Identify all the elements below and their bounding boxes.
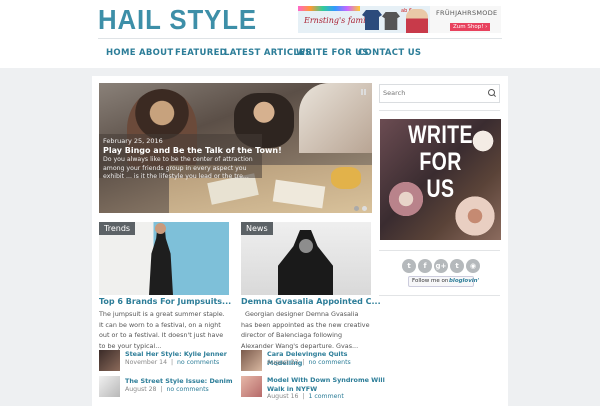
twitter-icon[interactable]: t (402, 259, 416, 273)
comments-link[interactable]: no comments (166, 386, 208, 393)
main-nav: HOME ABOUT FEATURED LATEST ARTICLES WRIT… (98, 38, 502, 67)
category-tag[interactable]: Trends (99, 222, 136, 235)
mini-post-title[interactable]: Steal Her Style: Kylie Jenner (125, 350, 235, 359)
slide-title[interactable]: Play Bingo and Be the Talk of the Town! (103, 146, 282, 155)
mini-post-date: August 23 (267, 359, 299, 366)
ad-shirt-image (362, 10, 382, 30)
nav-featured[interactable]: FEATURED (175, 48, 227, 58)
post-excerpt: The jumpsuit is a great summer staple. I… (99, 310, 225, 350)
site-logo[interactable]: HAIL STYLE (98, 4, 257, 36)
mini-post-title[interactable]: The Street Style Issue: Denim (125, 377, 235, 386)
post-thumbnail-figure (149, 226, 173, 295)
write-for-us-line: FOR (419, 148, 462, 176)
nav-contact-us[interactable]: CONTACT US (358, 48, 421, 58)
write-for-us-line: WRITE (408, 121, 473, 149)
search-input[interactable] (383, 87, 483, 99)
ad-brand: Ernsting's family (304, 16, 373, 25)
mini-post-date: August 28 (125, 386, 157, 393)
bloglovin-follow-button[interactable]: Follow me on bloglovin' (408, 276, 479, 287)
featured-slider[interactable]: February 25, 2016 Play Bingo and Be the … (99, 83, 372, 213)
write-for-us-banner[interactable]: WRITE FOR US (380, 119, 501, 240)
slider-dot-icon[interactable] (354, 206, 359, 211)
follow-text: Follow me on (412, 278, 449, 284)
sidebar-divider (379, 110, 500, 111)
ad-shirt-image (382, 12, 400, 30)
post-excerpt: Georgian designer Demna Gvasalia has bee… (241, 310, 370, 350)
ad-stripes (298, 6, 360, 11)
google-plus-icon[interactable]: g+ (434, 259, 448, 273)
comments-link[interactable]: no comments (308, 359, 350, 366)
slide-excerpt: Do you always like to be the center of a… (103, 156, 253, 180)
mini-post-meta: August 28 | no comments (125, 386, 209, 393)
search-box (379, 84, 500, 103)
slide-image (331, 167, 361, 189)
comments-link[interactable]: 1 comment (308, 393, 343, 400)
mini-post-title[interactable]: Model With Down Syndrome Will Walk in NY… (267, 376, 387, 394)
mini-post-thumbnail[interactable] (241, 376, 262, 397)
write-for-us-line: US (426, 175, 455, 203)
mini-post-thumbnail[interactable] (99, 376, 120, 397)
tumblr-icon[interactable]: t (450, 259, 464, 273)
site-header: HAIL STYLE Ernsting's family ab 6,- FRÜH… (0, 0, 600, 68)
facebook-icon[interactable]: f (418, 259, 432, 273)
mini-post-date: November 14 (125, 359, 168, 366)
mini-post-meta: November 14 | no comments (125, 359, 220, 366)
post-title[interactable]: Demna Gvasalia Appointed C... (241, 297, 381, 306)
slider-dot-icon[interactable] (362, 206, 367, 211)
mini-post-meta: August 16 | 1 comment (267, 393, 344, 400)
sidebar-divider (379, 250, 500, 251)
ad-banner[interactable]: Ernsting's family ab 6,- FRÜHJAHRSMODE Z… (298, 6, 501, 33)
nav-about[interactable]: ABOUT (139, 48, 173, 58)
nav-home[interactable]: HOME (106, 48, 136, 58)
bloglovin-logo: bloglovin' (449, 278, 480, 284)
ad-headline: FRÜHJAHRSMODE (436, 9, 498, 17)
post-title[interactable]: Top 6 Brands For Jumpsuits... (99, 297, 231, 306)
category-tag[interactable]: News (241, 222, 273, 235)
mini-post-thumbnail[interactable] (99, 350, 120, 371)
slider-pause-icon[interactable] (361, 89, 367, 95)
write-for-us-text: WRITE FOR US (393, 122, 487, 203)
search-icon[interactable] (488, 89, 495, 96)
sidebar-divider (379, 295, 500, 296)
post-thumbnail-figure (155, 223, 166, 234)
comments-link[interactable]: no comments (177, 359, 219, 366)
ad-model-image (406, 9, 428, 33)
slide-date: February 25, 2016 (103, 137, 163, 145)
post-thumbnail-figure (299, 239, 313, 253)
rss-icon[interactable]: ◉ (466, 259, 480, 273)
mini-post-thumbnail[interactable] (241, 350, 262, 371)
ad-shop-button[interactable]: Zum Shop! › (450, 23, 491, 31)
mini-post-date: August 16 (267, 393, 299, 400)
mini-post-meta: August 23 | no comments (267, 359, 351, 366)
